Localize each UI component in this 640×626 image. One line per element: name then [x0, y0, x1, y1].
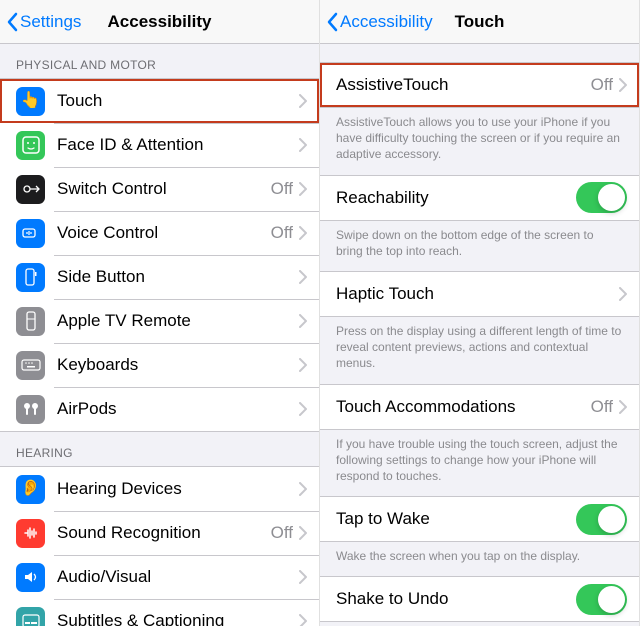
- row-label: Audio/Visual: [57, 567, 299, 587]
- row-value: Off: [271, 523, 293, 543]
- chevron-right-icon: [619, 287, 627, 301]
- navbar: Accessibility Touch: [320, 0, 639, 44]
- row-label: Face ID & Attention: [57, 135, 299, 155]
- accessibility-screen: Settings Accessibility PHYSICAL AND MOTO…: [0, 0, 320, 626]
- chevron-right-icon: [619, 400, 627, 414]
- chevron-right-icon: [299, 614, 307, 626]
- back-button[interactable]: Accessibility: [326, 12, 433, 32]
- row-value: Off: [271, 179, 293, 199]
- row-label: Shake to Undo: [336, 589, 576, 609]
- footer-reachability: Swipe down on the bottom edge of the scr…: [320, 221, 639, 271]
- row-touch[interactable]: 👆 Touch: [0, 79, 319, 123]
- footer-touchaccom: If you have trouble using the touch scre…: [320, 430, 639, 497]
- group-taptowake: Tap to Wake: [320, 496, 639, 542]
- row-value: Off: [591, 75, 613, 95]
- row-value: Off: [271, 223, 293, 243]
- switchcontrol-icon: [16, 175, 45, 204]
- row-label: Sound Recognition: [57, 523, 271, 543]
- back-button[interactable]: Settings: [6, 12, 81, 32]
- toggle-reachability[interactable]: [576, 182, 627, 213]
- row-subtitles[interactable]: Subtitles & Captioning: [0, 599, 319, 626]
- row-value: Off: [591, 397, 613, 417]
- chevron-right-icon: [619, 78, 627, 92]
- chevron-right-icon: [299, 94, 307, 108]
- toggle-tap-to-wake[interactable]: [576, 504, 627, 535]
- group-haptic: Haptic Touch: [320, 271, 639, 317]
- airpods-icon: [16, 395, 45, 424]
- row-keyboards[interactable]: Keyboards: [0, 343, 319, 387]
- row-appletv[interactable]: Apple TV Remote: [0, 299, 319, 343]
- sound-icon: [16, 519, 45, 548]
- row-label: Side Button: [57, 267, 299, 287]
- ear-icon: 👂: [16, 475, 45, 504]
- row-label: AirPods: [57, 399, 299, 419]
- chevron-left-icon: [326, 12, 338, 32]
- speaker-icon: [16, 563, 45, 592]
- back-label: Accessibility: [340, 12, 433, 32]
- row-label: Reachability: [336, 188, 576, 208]
- section-header-physical: PHYSICAL AND MOTOR: [0, 44, 319, 78]
- chevron-right-icon: [299, 226, 307, 240]
- section-hearing: 👂 Hearing Devices Sound Recognition Off …: [0, 466, 319, 626]
- row-sidebutton[interactable]: Side Button: [0, 255, 319, 299]
- back-label: Settings: [20, 12, 81, 32]
- sidebutton-icon: [16, 263, 45, 292]
- touch-icon: 👆: [16, 87, 45, 116]
- chevron-right-icon: [299, 402, 307, 416]
- footer-assistivetouch: AssistiveTouch allows you to use your iP…: [320, 108, 639, 175]
- row-label: Subtitles & Captioning: [57, 611, 299, 626]
- row-tap-to-wake[interactable]: Tap to Wake: [320, 497, 639, 541]
- row-label: Voice Control: [57, 223, 271, 243]
- keyboard-icon: [16, 351, 45, 380]
- row-label: Switch Control: [57, 179, 271, 199]
- subtitles-icon: [16, 607, 45, 626]
- row-switchcontrol[interactable]: Switch Control Off: [0, 167, 319, 211]
- footer-shake: If you tend to shake your iPhone by acci…: [320, 622, 639, 626]
- row-voicecontrol[interactable]: Voice Control Off: [0, 211, 319, 255]
- row-reachability[interactable]: Reachability: [320, 176, 639, 220]
- group-touchaccom: Touch Accommodations Off: [320, 384, 639, 430]
- row-audiovisual[interactable]: Audio/Visual: [0, 555, 319, 599]
- row-faceid[interactable]: Face ID & Attention: [0, 123, 319, 167]
- voicecontrol-icon: [16, 219, 45, 248]
- group-reachability: Reachability: [320, 175, 639, 221]
- chevron-right-icon: [299, 138, 307, 152]
- chevron-right-icon: [299, 182, 307, 196]
- row-label: Hearing Devices: [57, 479, 299, 499]
- chevron-right-icon: [299, 314, 307, 328]
- chevron-right-icon: [299, 270, 307, 284]
- row-label: Tap to Wake: [336, 509, 576, 529]
- chevron-right-icon: [299, 482, 307, 496]
- navbar: Settings Accessibility: [0, 0, 319, 44]
- row-touch-accommodations[interactable]: Touch Accommodations Off: [320, 385, 639, 429]
- appletv-icon: [16, 307, 45, 336]
- row-sound-recognition[interactable]: Sound Recognition Off: [0, 511, 319, 555]
- row-assistivetouch[interactable]: AssistiveTouch Off: [320, 63, 639, 107]
- row-label: Touch Accommodations: [336, 397, 591, 417]
- footer-taptowake: Wake the screen when you tap on the disp…: [320, 542, 639, 576]
- section-header-hearing: HEARING: [0, 432, 319, 466]
- row-airpods[interactable]: AirPods: [0, 387, 319, 431]
- row-shake-to-undo[interactable]: Shake to Undo: [320, 577, 639, 621]
- section-physical: 👆 Touch Face ID & Attention Switch Contr…: [0, 78, 319, 432]
- group-assistivetouch: AssistiveTouch Off: [320, 62, 639, 108]
- footer-haptic: Press on the display using a different l…: [320, 317, 639, 384]
- row-label: Touch: [57, 91, 299, 111]
- row-hearing-devices[interactable]: 👂 Hearing Devices: [0, 467, 319, 511]
- row-haptic-touch[interactable]: Haptic Touch: [320, 272, 639, 316]
- row-label: Haptic Touch: [336, 284, 619, 304]
- touch-screen: Accessibility Touch AssistiveTouch Off A…: [320, 0, 640, 626]
- chevron-right-icon: [299, 358, 307, 372]
- chevron-right-icon: [299, 570, 307, 584]
- chevron-left-icon: [6, 12, 18, 32]
- row-label: Apple TV Remote: [57, 311, 299, 331]
- toggle-shake-to-undo[interactable]: [576, 584, 627, 615]
- row-label: AssistiveTouch: [336, 75, 591, 95]
- faceid-icon: [16, 131, 45, 160]
- group-shake: Shake to Undo: [320, 576, 639, 622]
- chevron-right-icon: [299, 526, 307, 540]
- row-label: Keyboards: [57, 355, 299, 375]
